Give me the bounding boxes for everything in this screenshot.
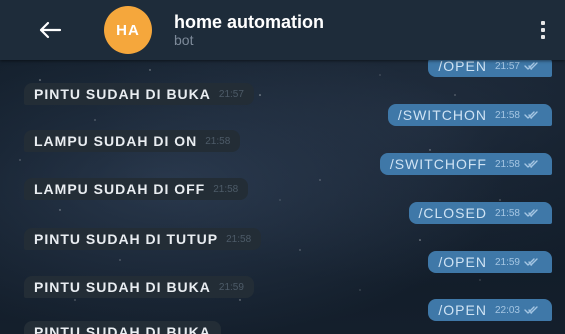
chat-header: HA home automation bot [0,0,565,60]
double-check-icon [524,160,538,168]
message-time: 21:57 [218,88,244,100]
message-text: LAMPU SUDAH DI ON [34,133,198,149]
incoming-message[interactable]: PINTU SUDAH DI BUKA [24,321,221,334]
outgoing-message[interactable]: /SWITCHOFF 21:58 [379,153,552,175]
message-text: /OPEN [438,58,487,74]
kebab-menu-icon[interactable] [533,18,553,42]
chat-subtitle: bot [174,32,194,48]
message-text: PINTU SUDAH DI BUKA [34,86,211,102]
double-check-icon [524,62,538,70]
message-time: 21:58 [494,207,520,219]
message-time: 22:03 [494,304,520,316]
message-text: /CLOSED [418,205,487,221]
message-text: /SWITCHOFF [389,156,487,172]
message-text: PINTU SUDAH DI TUTUP [34,231,219,247]
incoming-message[interactable]: PINTU SUDAH DI BUKA 21:59 [24,276,254,298]
double-check-icon [524,209,538,217]
message-time: 21:59 [494,256,520,268]
back-button[interactable] [36,16,64,44]
message-time: 21:59 [218,281,244,293]
incoming-message[interactable]: PINTU SUDAH DI TUTUP 21:58 [24,228,262,250]
avatar[interactable]: HA [104,6,152,54]
message-text: /OPEN [438,254,487,270]
double-check-icon [524,306,538,314]
message-text: /SWITCHON [397,107,487,123]
chat-title-block[interactable]: home automation bot [174,12,324,48]
chat-screen: HA home automation bot /OPEN 21:57 PINTU S… [0,0,565,334]
message-text: PINTU SUDAH DI BUKA [34,324,211,334]
incoming-message[interactable]: LAMPU SUDAH DI ON 21:58 [24,130,241,152]
outgoing-message[interactable]: /SWITCHON 21:58 [387,104,552,126]
message-time: 21:57 [494,60,520,72]
double-check-icon [524,111,538,119]
chat-title: home automation [174,12,325,32]
message-text: LAMPU SUDAH DI OFF [34,181,206,197]
double-check-icon [524,258,538,266]
incoming-message[interactable]: PINTU SUDAH DI BUKA 21:57 [24,83,254,105]
arrow-left-icon [39,21,62,39]
message-text: /OPEN [438,302,487,318]
outgoing-message[interactable]: /OPEN 22:03 [428,299,552,321]
outgoing-message[interactable]: /CLOSED 21:58 [408,202,552,224]
outgoing-message[interactable]: /OPEN 21:59 [428,251,552,273]
message-time: 21:58 [213,183,239,195]
message-time: 21:58 [205,135,231,147]
message-time: 21:58 [226,233,252,245]
message-text: PINTU SUDAH DI BUKA [34,279,211,295]
message-time: 21:58 [494,158,520,170]
message-time: 21:58 [494,109,520,121]
incoming-message[interactable]: LAMPU SUDAH DI OFF 21:58 [24,178,249,200]
